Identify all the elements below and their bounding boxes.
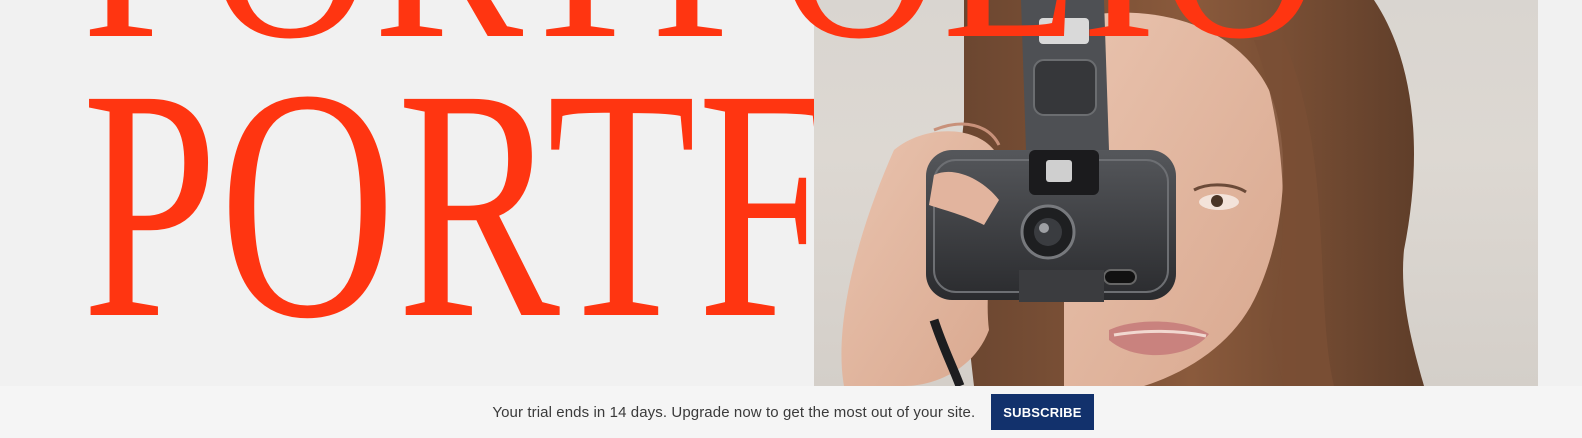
page-stage: PORTFOLIO PORTFOLIO	[0, 0, 1582, 438]
trial-message: Your trial ends in 14 days. Upgrade now …	[492, 403, 976, 421]
trial-banner: Your trial ends in 14 days. Upgrade now …	[0, 386, 1582, 438]
subscribe-button[interactable]: SUBSCRIBE	[991, 394, 1094, 430]
hero-title-top: PORTFOLIO	[82, 0, 1322, 78]
